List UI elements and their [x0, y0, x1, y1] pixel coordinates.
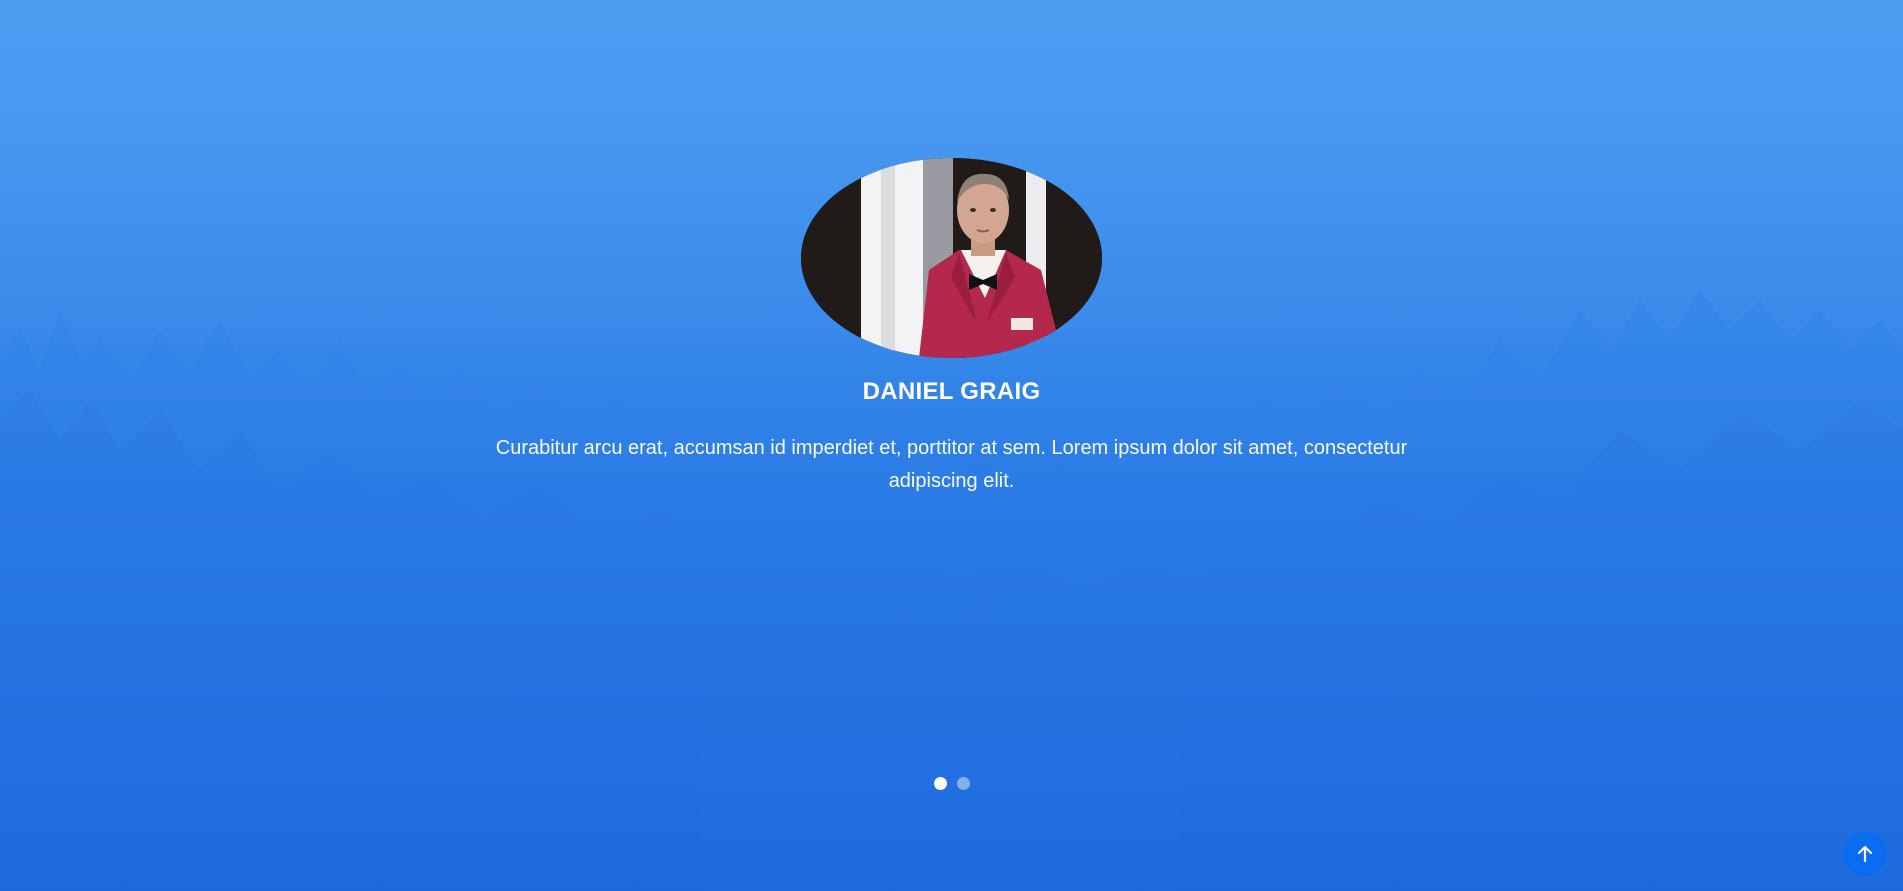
back-to-top-button[interactable] — [1843, 832, 1887, 876]
testimonial-section: DANIEL GRAIG Curabitur arcu erat, accums… — [0, 0, 1903, 891]
carousel-indicators — [0, 777, 1903, 790]
carousel-dot-2[interactable] — [956, 777, 970, 790]
avatar — [801, 158, 1102, 358]
testimonial-author-name: DANIEL GRAIG — [862, 378, 1041, 405]
carousel-dot-1[interactable] — [933, 777, 947, 790]
portrait-image — [801, 158, 1102, 358]
testimonial-quote: Curabitur arcu erat, accumsan id imperdi… — [495, 437, 1408, 492]
arrow-up-icon — [1857, 845, 1873, 863]
